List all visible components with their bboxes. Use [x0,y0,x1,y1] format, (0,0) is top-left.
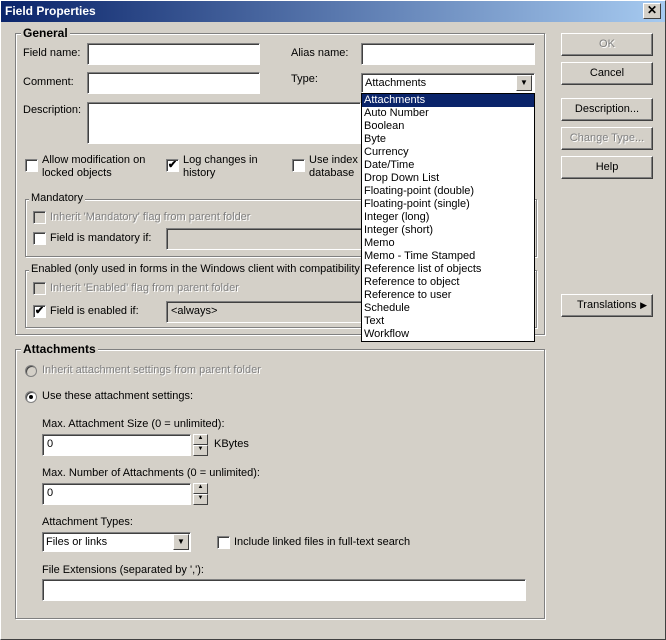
type-select[interactable]: Attachments [361,73,535,93]
include-linked-checkbox[interactable] [217,536,230,549]
translations-button[interactable]: Translations ▶ [561,294,653,317]
inherit-enabled-label: Inherit 'Enabled' flag from parent folde… [50,282,239,294]
max-number-label: Max. Number of Attachments (0 = unlimite… [42,467,260,479]
attachment-types-label: Attachment Types: [42,516,133,528]
include-linked-label: Include linked files in full-text search [234,536,411,548]
type-option[interactable]: Floating-point (single) [362,198,534,211]
use-these-settings-radio[interactable] [25,391,37,403]
type-option[interactable]: Currency [362,146,534,159]
field-mandatory-checkbox[interactable] [33,232,46,245]
log-changes-label-1: Log changes in [183,154,258,166]
cancel-button[interactable]: Cancel [561,62,653,85]
type-select-value: Attachments [365,77,427,89]
type-label: Type: [291,73,318,85]
use-these-settings-label: Use these attachment settings: [42,390,194,402]
inherit-mandatory-checkbox[interactable] [33,211,46,224]
file-extensions-input[interactable] [42,579,526,601]
attachments-group-title: Attachments [21,342,98,356]
comment-input[interactable] [87,72,260,94]
close-icon[interactable]: ✕ [643,3,661,19]
description-textarea[interactable] [87,102,361,144]
ok-button[interactable]: OK [561,33,653,56]
type-option[interactable]: Memo - Time Stamped [362,250,534,263]
type-option[interactable]: Reference list of objects [362,263,534,276]
comment-label: Comment: [23,76,74,88]
triangle-right-icon: ▶ [640,300,647,310]
file-extensions-label: File Extensions (separated by ','): [42,564,204,576]
type-option[interactable]: Integer (long) [362,211,534,224]
alias-name-input[interactable] [361,43,535,65]
log-changes-checkbox[interactable]: ✔ [166,159,179,172]
inherit-mandatory-label: Inherit 'Mandatory' flag from parent fol… [50,211,251,223]
general-group-title: General [21,26,70,40]
title-bar: Field Properties ✕ [1,1,665,22]
enabled-group-title: Enabled (only used in forms in the Windo… [29,263,363,275]
field-enabled-label: Field is enabled if: [50,305,139,317]
translations-button-label: Translations [577,299,637,311]
attachment-types-select[interactable]: Files or links [42,532,191,552]
window-title: Field Properties [5,4,96,18]
use-index-label-2: database [309,167,355,179]
max-size-down-icon[interactable]: ▼ [193,445,208,456]
change-type-button[interactable]: Change Type... [561,127,653,150]
inherit-enabled-checkbox[interactable] [33,282,46,295]
type-option[interactable]: Drop Down List [362,172,534,185]
type-option[interactable]: Boolean [362,120,534,133]
max-number-input[interactable]: 0 [42,483,191,505]
field-mandatory-label: Field is mandatory if: [50,232,152,244]
use-index-label-1: Use index i [309,154,364,166]
type-option[interactable]: Text [362,315,534,328]
attachment-types-value: Files or links [46,536,108,548]
mandatory-group-title: Mandatory [29,192,85,204]
allow-modification-checkbox[interactable] [25,159,38,172]
description-label: Description: [23,104,82,116]
type-option[interactable]: Reference to object [362,276,534,289]
inherit-attachment-radio[interactable] [25,365,37,377]
type-option[interactable]: Integer (short) [362,224,534,237]
field-properties-dialog: Field Properties ✕ General Field name: A… [0,0,666,640]
allow-modification-label-2: locked objects [42,167,112,179]
max-number-up-icon[interactable]: ▲ [193,483,208,494]
enabled-condition-field[interactable]: <always> [166,301,362,323]
type-option[interactable]: Date/Time [362,159,534,172]
help-button[interactable]: Help [561,156,653,179]
type-option[interactable]: Byte [362,133,534,146]
type-option[interactable]: Reference to user [362,289,534,302]
type-option[interactable]: Schedule [362,302,534,315]
max-size-label: Max. Attachment Size (0 = unlimited): [42,418,225,430]
use-index-checkbox[interactable] [292,159,305,172]
type-option[interactable]: Floating-point (double) [362,185,534,198]
type-option[interactable]: Memo [362,237,534,250]
field-enabled-checkbox[interactable]: ✔ [33,305,46,318]
field-name-input[interactable] [87,43,260,65]
chevron-down-icon[interactable]: ▼ [173,534,189,550]
inherit-attachment-label: Inherit attachment settings from parent … [42,364,261,376]
mandatory-condition-field[interactable] [166,228,362,250]
max-size-input[interactable]: 0 [42,434,191,456]
chevron-down-icon[interactable]: ▼ [516,75,532,91]
max-size-unit: KBytes [214,438,249,450]
type-option[interactable]: Auto Number [362,107,534,120]
allow-modification-label-1: Allow modification on [42,154,146,166]
log-changes-label-2: history [183,167,216,179]
radio-dot-icon [29,395,33,399]
max-size-up-icon[interactable]: ▲ [193,434,208,445]
max-number-down-icon[interactable]: ▼ [193,494,208,505]
type-option[interactable]: Attachments [362,94,534,107]
type-option[interactable]: Workflow [362,328,534,341]
type-dropdown-list[interactable]: Attachments Auto Number Boolean Byte Currenc… [361,93,535,342]
alias-name-label: Alias name: [291,47,349,59]
description-button[interactable]: Description... [561,98,653,121]
field-name-label: Field name: [23,47,81,59]
